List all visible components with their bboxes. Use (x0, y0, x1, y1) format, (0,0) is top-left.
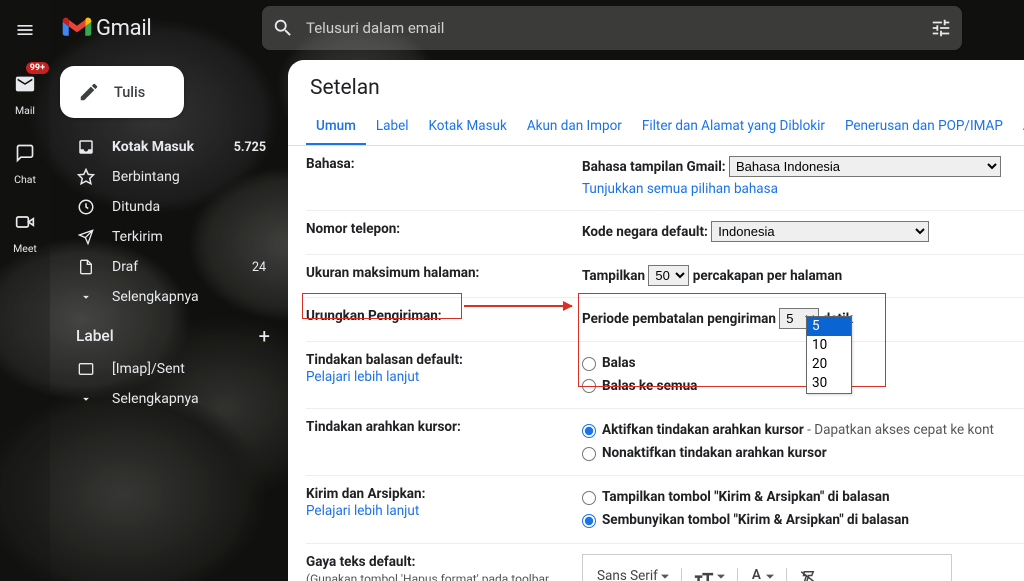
reply-learn-more-link[interactable]: Pelajari lebih lanjut (306, 369, 570, 385)
labels-more-text: Selengkapnya (112, 391, 266, 407)
nav-drafts-label: Draf (112, 259, 252, 275)
nav-snoozed[interactable]: Ditunda (60, 192, 280, 222)
tab-forwarding[interactable]: Penerusan dan POP/IMAP (835, 110, 1013, 145)
nav-drafts[interactable]: Draf 24 (60, 252, 280, 282)
text-color-button[interactable]: A (746, 563, 778, 581)
app-chat[interactable]: Chat (0, 137, 50, 186)
nav-snoozed-label: Ditunda (112, 199, 266, 215)
setting-phone-label: Nomor telepon: (306, 221, 582, 244)
undo-option-5[interactable]: 5 (807, 317, 851, 336)
text-size-icon (694, 569, 714, 581)
textstyle-hint: (Gunakan tombol 'Hapus format' pada tool… (306, 571, 570, 581)
pagesize-select[interactable]: 50 (648, 265, 689, 286)
app-chat-label: Chat (14, 173, 36, 186)
nav-sent[interactable]: Terkirim (60, 222, 280, 252)
pencil-icon (78, 81, 100, 103)
language-display-label: Bahasa tampilan Gmail: (582, 159, 726, 175)
tab-general[interactable]: Umum (306, 110, 366, 145)
setting-hover-label: Tindakan arahkan kursor: (306, 419, 582, 465)
search-bar[interactable] (262, 6, 962, 50)
font-size-button[interactable] (690, 567, 729, 581)
setting-language-label: Bahasa: (306, 156, 582, 200)
setting-archive-label: Kirim dan Arsipkan: (306, 486, 425, 502)
show-all-languages-link[interactable]: Tunjukkan semua pilihan bahasa (582, 181, 778, 197)
label-imap-sent-text: [Imap]/Sent (112, 361, 266, 377)
gmail-logo[interactable]: Gmail (62, 16, 262, 41)
compose-button[interactable]: Tulis (60, 66, 184, 118)
label-imap-sent[interactable]: [Imap]/Sent (60, 354, 280, 384)
setting-reply-label: Tindakan balasan default: (306, 352, 463, 368)
search-input[interactable] (306, 19, 930, 37)
pagesize-suffix: percakapan per halaman (693, 268, 842, 284)
app-meet-label: Meet (13, 242, 37, 255)
hover-option-enable[interactable]: Aktifkan tindakan arahkan kursor - Dapat… (582, 420, 1024, 442)
setting-undo-label: Urungkan Pengiriman: (306, 308, 582, 331)
clear-format-button[interactable] (795, 567, 821, 581)
clock-icon (76, 198, 96, 216)
app-meet[interactable]: Meet (0, 206, 50, 255)
clear-format-icon (799, 569, 817, 581)
nav-inbox-count: 5.725 (234, 140, 266, 155)
chevron-down-icon (76, 290, 96, 304)
labels-header: Label (76, 327, 114, 345)
tab-filters[interactable]: Filter dan Alamat yang Diblokir (632, 110, 835, 145)
inbox-icon (76, 138, 96, 156)
undo-option-10[interactable]: 10 (807, 336, 851, 355)
archive-learn-more-link[interactable]: Pelajari lebih lanjut (306, 503, 570, 519)
country-code-select[interactable]: Indonesia (711, 221, 929, 242)
chevron-down-icon (76, 392, 96, 406)
nav-starred[interactable]: Berbintang (60, 162, 280, 192)
search-options-icon[interactable] (930, 17, 952, 39)
tab-accounts[interactable]: Akun dan Impor (517, 110, 632, 145)
archive-option-show[interactable]: Tampilkan tombol "Kirim & Arsipkan" di b… (582, 487, 1024, 509)
hover-option-disable[interactable]: Nonaktifkan tindakan arahkan kursor (582, 443, 1024, 465)
language-select[interactable]: Bahasa Indonesia (729, 156, 1001, 177)
labels-more[interactable]: Selengkapnya (60, 384, 280, 414)
nav-more[interactable]: Selengkapnya (60, 282, 280, 312)
compose-label: Tulis (114, 84, 145, 101)
undo-option-30[interactable]: 30 (807, 374, 851, 393)
reply-option-replyall[interactable]: Balas ke semua (582, 376, 1024, 398)
archive-option-hide[interactable]: Sembunyikan tombol "Kirim & Arsipkan" di… (582, 510, 1024, 532)
undo-option-20[interactable]: 20 (807, 355, 851, 374)
country-code-label: Kode negara default: (582, 224, 708, 240)
app-mail-label: Mail (15, 104, 35, 117)
setting-textstyle-label: Gaya teks default: (306, 554, 415, 570)
search-icon (272, 17, 294, 39)
nav-inbox[interactable]: Kotak Masuk 5.725 (60, 132, 280, 162)
tab-label[interactable]: Label (366, 110, 419, 145)
nav-sent-label: Terkirim (112, 229, 266, 245)
label-icon (76, 361, 96, 377)
main-menu-button[interactable] (7, 12, 43, 48)
send-icon (76, 229, 96, 245)
nav-inbox-label: Kotak Masuk (112, 139, 234, 155)
settings-title: Setelan (288, 60, 1024, 110)
star-icon (76, 168, 96, 186)
file-icon (76, 258, 96, 276)
nav-more-label: Selengkapnya (112, 289, 266, 305)
nav-starred-label: Berbintang (112, 169, 266, 185)
setting-pagesize-label: Ukuran maksimum halaman: (306, 265, 582, 288)
highlight-arrow (464, 305, 572, 307)
mail-badge: 99+ (26, 62, 49, 74)
reply-option-reply[interactable]: Balas (582, 353, 1024, 375)
font-family-button[interactable]: Sans Serif (593, 564, 673, 581)
tab-inbox[interactable]: Kotak Masuk (419, 110, 517, 145)
app-mail[interactable]: 99+ Mail (0, 68, 50, 117)
text-style-toolbar: Sans Serif A Teks isi email Anda akan te… (582, 554, 952, 581)
nav-drafts-count: 24 (252, 260, 266, 275)
gmail-brand-text: Gmail (96, 16, 151, 41)
pagesize-show-label: Tampilkan (582, 268, 645, 284)
undo-dropdown-list: 5 10 20 30 (806, 316, 852, 394)
tab-addons[interactable]: Add-on (1013, 110, 1024, 145)
add-label-button[interactable]: + (259, 324, 270, 348)
undo-period-label: Periode pembatalan pengiriman (582, 311, 776, 327)
